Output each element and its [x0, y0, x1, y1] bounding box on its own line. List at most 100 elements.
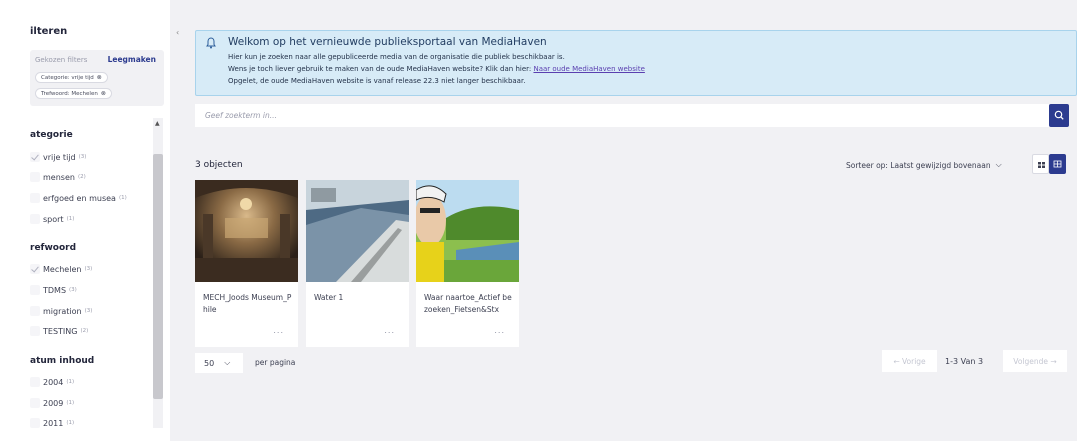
filter-option-label: migration — [43, 306, 82, 316]
list-view-icon — [1038, 162, 1045, 168]
chevron-down-icon: ⌵ — [995, 160, 1002, 169]
filter-option-count: (2) — [80, 328, 89, 334]
result-card[interactable]: Water 1 ... — [306, 180, 409, 347]
checkbox[interactable] — [30, 306, 40, 316]
filter-option-count: (3) — [78, 154, 87, 160]
filter-option[interactable]: migration (3) — [30, 304, 92, 318]
filter-chip-category[interactable]: Categorie: vrije tijd ⊗ — [35, 72, 108, 83]
collapse-sidebar-icon[interactable]: ‹ — [176, 28, 179, 37]
filter-option-label: erfgoed en musea — [43, 193, 116, 203]
filter-option-count: (3) — [84, 266, 93, 272]
filter-chip-keyword[interactable]: Trefwoord: Mechelen ⊗ — [35, 88, 112, 99]
filter-option-count: (2) — [77, 174, 86, 180]
filter-option[interactable]: 2004 (1) — [30, 375, 74, 389]
filter-option[interactable]: erfgoed en musea (1) — [30, 191, 127, 205]
filter-option[interactable]: 2009 (1) — [30, 396, 74, 410]
clear-filters-button[interactable]: Leegmaken — [108, 55, 156, 64]
card-thumbnail-museum[interactable] — [195, 180, 298, 282]
banner-title: Welkom op het vernieuwde publieksportaal… — [228, 36, 547, 48]
search-input[interactable] — [195, 104, 1049, 127]
filter-option-label: vrije tijd — [43, 152, 76, 162]
sidebar-title: ilteren — [30, 26, 68, 37]
checkbox[interactable] — [30, 172, 40, 182]
checkbox[interactable] — [30, 264, 40, 274]
next-page-button[interactable]: Volgende → — [1003, 350, 1067, 372]
per-page-value: 50 — [204, 358, 215, 368]
checkbox[interactable] — [30, 398, 40, 408]
chosen-filters-label: Gekozen filters — [35, 56, 88, 64]
grid-view-icon — [1053, 160, 1062, 168]
filter-option-count: (1) — [66, 420, 75, 426]
filter-option-label: 2004 — [43, 377, 64, 387]
pagination-info: 1-3 Van 3 — [945, 357, 984, 366]
filter-option-label: sport — [43, 214, 64, 224]
filter-option-count: (1) — [66, 216, 75, 222]
sidebar-scrollbar-thumb[interactable] — [153, 154, 163, 399]
checkbox[interactable] — [30, 193, 40, 203]
filter-option-label: TESTING — [43, 326, 78, 336]
filter-option-count: (1) — [118, 195, 127, 201]
more-options-icon[interactable]: ... — [384, 326, 395, 335]
filter-sidebar: ilteren Gekozen filters Leegmaken Catego… — [0, 0, 170, 441]
sort-label: Sorteer op: Laatst gewijzigd bovenaan — [846, 160, 991, 170]
banner-line-3: Opgelet, de oude MediaHaven website is v… — [228, 77, 526, 85]
more-options-icon[interactable]: ... — [494, 326, 505, 335]
banner-line-2: Wens je toch liever gebruik te maken van… — [228, 65, 645, 73]
chevron-down-icon: ⌵ — [224, 358, 231, 367]
welcome-banner: Welkom op het vernieuwde publieksportaal… — [195, 30, 1077, 96]
filter-option[interactable]: TDMS (3) — [30, 283, 77, 297]
filter-option-count: (1) — [66, 379, 75, 385]
filter-option-label: 2009 — [43, 398, 64, 408]
filter-chip-label: Trefwoord: Mechelen — [41, 91, 98, 97]
checkbox[interactable] — [30, 285, 40, 295]
per-page-select[interactable]: 50 ⌵ — [195, 353, 243, 373]
filter-chip-label: Categorie: vrije tijd — [41, 75, 94, 81]
card-thumbnail-water[interactable] — [306, 180, 409, 282]
section-title-category: ategorie — [30, 130, 73, 140]
section-title-date: atum inhoud — [30, 356, 95, 366]
per-page-label: per pagina — [255, 358, 296, 367]
result-card[interactable]: MECH_Joods Museum_Phile ... — [195, 180, 298, 347]
card-title[interactable]: Water 1 — [314, 292, 404, 318]
filter-option[interactable]: Mechelen (3) — [30, 262, 92, 276]
filter-option-label: 2011 — [43, 418, 64, 428]
card-title[interactable]: Waar naartoe_Actief bezoeken_Fietsen&Stx — [424, 292, 514, 318]
filter-option[interactable]: sport (1) — [30, 212, 74, 226]
checkbox[interactable] — [30, 377, 40, 387]
filter-option[interactable]: TESTING (2) — [30, 324, 88, 338]
bell-icon — [206, 37, 216, 49]
search-icon — [1054, 110, 1064, 120]
sort-dropdown[interactable]: Sorteer op: Laatst gewijzigd bovenaan ⌵ — [846, 155, 1026, 175]
more-options-icon[interactable]: ... — [273, 326, 284, 335]
filter-option-count: (3) — [69, 287, 77, 293]
banner-line-1: Hier kun je zoeken naar alle gepubliceer… — [228, 53, 565, 61]
scroll-up-icon[interactable]: ▲ — [155, 120, 160, 127]
filter-option[interactable]: mensen (2) — [30, 170, 86, 184]
list-view-button[interactable] — [1032, 154, 1049, 174]
section-title-keyword: refwoord — [30, 243, 77, 253]
old-website-link[interactable]: Naar oude MediaHaven website — [533, 65, 644, 73]
grid-view-button[interactable] — [1049, 154, 1066, 174]
filter-option-count: (3) — [84, 308, 93, 314]
filter-option-label: Mechelen — [43, 264, 82, 274]
filter-option-label: TDMS — [43, 285, 67, 295]
banner-line-2-text: Wens je toch liever gebruik te maken van… — [228, 65, 534, 73]
app-frame: ilteren Gekozen filters Leegmaken Catego… — [0, 0, 1077, 441]
previous-page-button[interactable]: ← Vorige — [882, 350, 937, 372]
checkbox[interactable] — [30, 152, 40, 162]
card-title[interactable]: MECH_Joods Museum_Phile — [203, 292, 293, 318]
checkbox[interactable] — [30, 214, 40, 224]
filter-option-label: mensen — [43, 172, 75, 182]
remove-chip-icon[interactable]: ⊗ — [97, 74, 102, 81]
search-button[interactable] — [1049, 104, 1069, 127]
filter-option-count: (1) — [66, 400, 75, 406]
remove-chip-icon[interactable]: ⊗ — [101, 90, 106, 97]
filter-option[interactable]: 2011 (1) — [30, 416, 74, 430]
result-card[interactable]: Waar naartoe_Actief bezoeken_Fietsen&Stx… — [416, 180, 519, 347]
card-thumbnail-cyclist[interactable] — [416, 180, 519, 282]
chosen-filters-box: Gekozen filters Leegmaken Categorie: vri… — [30, 50, 164, 106]
results-count: 3 objecten — [195, 160, 243, 170]
filter-option[interactable]: vrije tijd (3) — [30, 150, 86, 164]
checkbox[interactable] — [30, 418, 40, 428]
checkbox[interactable] — [30, 326, 40, 336]
